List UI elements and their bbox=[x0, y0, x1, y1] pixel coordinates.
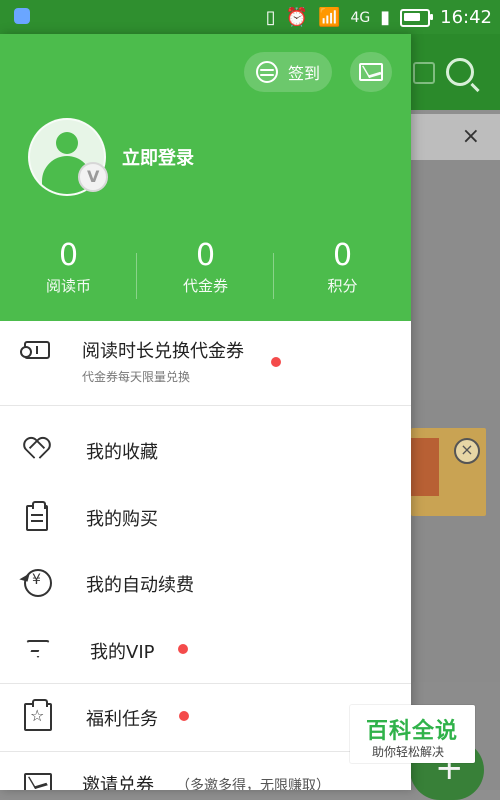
mail-icon bbox=[359, 63, 383, 81]
account-stats: 0 阅读币 0 代金券 0 积分 bbox=[0, 239, 411, 309]
menu-item-favorites[interactable]: 我的收藏 bbox=[0, 418, 411, 484]
auto-renew-icon bbox=[24, 569, 52, 597]
close-icon[interactable]: × bbox=[462, 124, 480, 149]
drawer-header: 签到 立即登录 0 阅读币 0 代金券 0 积分 bbox=[0, 34, 411, 321]
network-type: 4G bbox=[350, 9, 371, 26]
signal-icon: ▮ bbox=[380, 7, 391, 28]
menu-title: 阅读时长兑换代金券 bbox=[82, 341, 244, 362]
heart-icon bbox=[24, 439, 48, 461]
menu-label: 福利任务 bbox=[86, 709, 158, 730]
watermark-title: 百科全说 bbox=[366, 719, 459, 744]
search-icon[interactable] bbox=[446, 58, 474, 86]
close-icon[interactable]: × bbox=[454, 438, 480, 464]
stat-label: 代金券 bbox=[182, 277, 228, 295]
menu-subtitle: 代金券每天限量兑换 bbox=[82, 370, 191, 384]
sign-in-label: 签到 bbox=[287, 64, 320, 83]
notification-dot bbox=[178, 644, 188, 654]
menu-item-purchases[interactable]: 我的购买 bbox=[0, 485, 411, 551]
app-notification-icon bbox=[14, 8, 30, 24]
envelope-icon bbox=[24, 773, 52, 790]
status-time: 16:42 bbox=[440, 7, 492, 28]
watermark: 百科全说 助你轻松解决 bbox=[350, 705, 475, 763]
battery-icon bbox=[400, 8, 434, 27]
menu-label: 邀请兑券 bbox=[82, 775, 154, 790]
menu-label: 我的自动续费 bbox=[86, 575, 194, 596]
menu-label: 我的收藏 bbox=[86, 442, 158, 463]
background-strip: × bbox=[411, 114, 500, 160]
status-right: ▯ ⏰ 📶 4G ▮ 16:42 bbox=[266, 7, 492, 28]
watermark-subtitle: 助你轻松解决 bbox=[372, 745, 445, 759]
stat-vouchers[interactable]: 0 代金券 bbox=[137, 239, 274, 296]
menu-item-vip[interactable]: 我的VIP bbox=[0, 618, 411, 684]
stat-points[interactable]: 0 积分 bbox=[274, 239, 411, 296]
sign-in-button[interactable]: 签到 bbox=[244, 52, 332, 92]
menu-label: 我的VIP bbox=[90, 642, 155, 663]
background-app-header bbox=[411, 34, 500, 110]
menu-note: （多邀多得，无限赚取） bbox=[176, 778, 330, 790]
vibrate-icon: ▯ bbox=[265, 7, 276, 28]
background-icon bbox=[413, 62, 435, 84]
messages-button[interactable] bbox=[350, 52, 392, 92]
star-task-icon bbox=[24, 699, 52, 731]
menu-item-auto-renewal[interactable]: 我的自动续费 bbox=[0, 551, 411, 617]
background-banner: × bbox=[411, 428, 486, 516]
stat-label: 阅读币 bbox=[45, 277, 91, 295]
alarm-icon: ⏰ bbox=[285, 7, 309, 28]
navigation-drawer: 签到 立即登录 0 阅读币 0 代金券 0 积分 bbox=[0, 34, 411, 790]
menu-label: 我的购买 bbox=[86, 509, 158, 530]
stat-value: 0 bbox=[332, 238, 353, 273]
stat-label: 积分 bbox=[327, 277, 358, 295]
divider bbox=[0, 405, 411, 406]
notification-dot bbox=[179, 711, 189, 721]
vip-badge-icon bbox=[78, 162, 108, 192]
notification-dot bbox=[271, 357, 281, 367]
stat-value: 0 bbox=[58, 238, 79, 273]
divider bbox=[0, 683, 411, 684]
stat-value: 0 bbox=[195, 238, 216, 273]
menu-item-exchange-vouchers[interactable]: 阅读时长兑换代金券 代金券每天限量兑换 bbox=[0, 321, 411, 405]
ticket-icon bbox=[20, 321, 50, 359]
diamond-icon bbox=[24, 640, 48, 658]
login-link[interactable]: 立即登录 bbox=[122, 144, 194, 170]
coin-icon bbox=[255, 61, 278, 83]
wifi-icon: 📶 bbox=[318, 7, 341, 28]
stat-reading-coins[interactable]: 0 阅读币 bbox=[0, 239, 137, 296]
clipboard-icon bbox=[26, 501, 48, 531]
status-bar: ▯ ⏰ 📶 4G ▮ 16:42 bbox=[0, 0, 500, 34]
